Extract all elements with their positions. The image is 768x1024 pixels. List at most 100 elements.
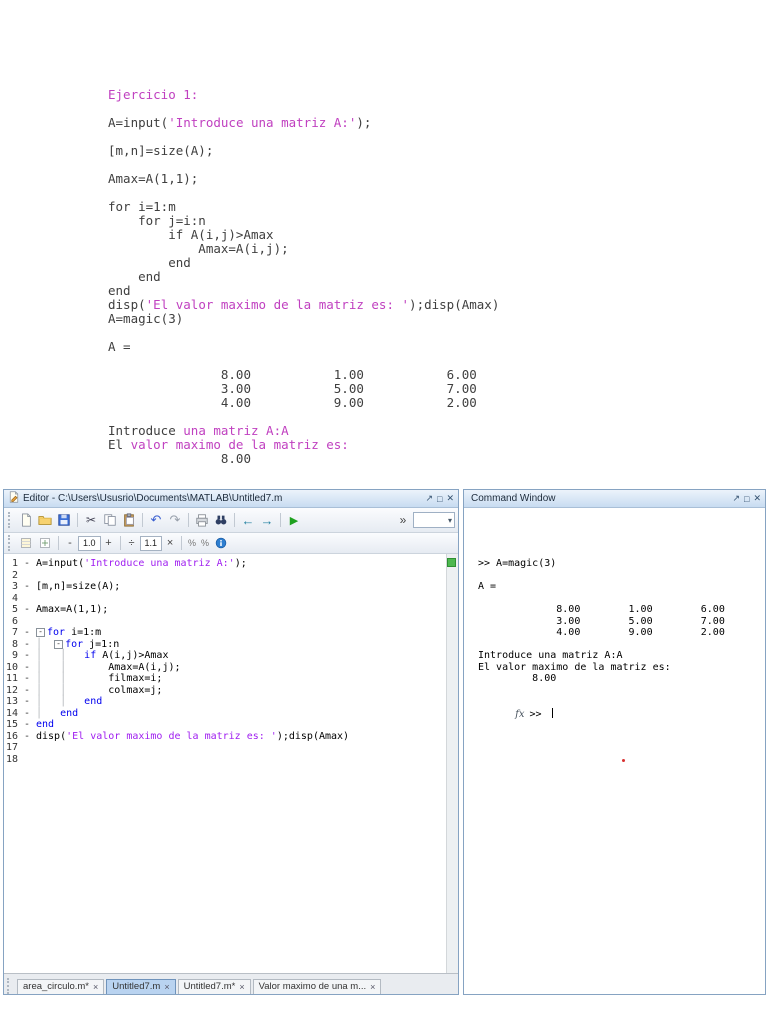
undock-icon[interactable]: ↗	[425, 493, 433, 504]
command-prompt[interactable]: fx>>	[467, 696, 761, 709]
code-token: A(i,j)>Amax	[96, 650, 168, 661]
code-line: >> A=magic(3)	[478, 558, 761, 570]
code-token: end	[108, 269, 161, 284]
tab-untitled7-modified[interactable]: Untitled7.m* ×	[178, 979, 251, 994]
redo-icon[interactable]: ↷	[166, 511, 184, 529]
command-window-content[interactable]: >> A=magic(3)A = 8.00 1.00 6.00 3.00 5.0…	[464, 508, 765, 994]
code-fold-icon[interactable]: -	[36, 628, 45, 637]
undock-icon[interactable]: ↗	[732, 493, 740, 504]
toolbar-overflow-icon[interactable]: »	[394, 511, 412, 529]
command-window-titlebar[interactable]: Command Window ↗ □ ✕	[464, 490, 765, 508]
code-line: [m,n]=size(A);	[108, 144, 499, 158]
code-token: >> A=magic(3)	[478, 558, 556, 569]
editor-code-area[interactable]: 1 -A=input('Introduce una matriz A:'); 2…	[4, 554, 458, 973]
save-icon[interactable]	[55, 511, 73, 529]
cell-mode-icon[interactable]	[17, 534, 35, 552]
code-token: una matriz A:A	[183, 423, 288, 438]
cell-percent-break-icon[interactable]: %	[199, 538, 211, 548]
go-back-icon[interactable]: ←	[239, 511, 257, 529]
code-token: );	[356, 115, 371, 130]
divide-button[interactable]: ÷	[125, 537, 139, 549]
tabbar-grip[interactable]	[7, 978, 11, 994]
code-line: 12 -│ │ colmax=j;	[6, 685, 444, 697]
code-token: El valor maximo de la matriz es:	[478, 662, 671, 673]
tab-close-icon[interactable]: ×	[370, 982, 375, 992]
close-icon[interactable]: ✕	[446, 493, 454, 504]
toolbar-grip[interactable]	[8, 512, 12, 528]
line-number[interactable]: 10 -	[6, 662, 32, 674]
cell-insert-icon[interactable]	[36, 534, 54, 552]
line-number[interactable]: 13 -	[6, 696, 32, 708]
tab-label: Untitled7.m*	[184, 981, 236, 992]
fx-icon: fx	[515, 709, 524, 720]
info-icon[interactable]	[212, 534, 230, 552]
maximize-icon[interactable]: □	[744, 494, 749, 504]
line-number[interactable]: 11 -	[6, 673, 32, 685]
value-left-field[interactable]: 1.0	[78, 536, 101, 551]
go-forward-icon[interactable]: →	[258, 511, 276, 529]
line-number[interactable]: 17	[6, 742, 32, 754]
code-token: │ │	[36, 650, 84, 661]
line-number[interactable]: 1 -	[6, 558, 32, 570]
line-number[interactable]: 3 -	[6, 581, 32, 593]
cut-icon[interactable]: ✂	[82, 511, 100, 529]
maximize-icon[interactable]: □	[437, 494, 442, 504]
run-icon[interactable]: ▶	[285, 511, 303, 529]
line-number[interactable]: 18	[6, 754, 32, 766]
code-analyzer-indicator[interactable]	[447, 558, 456, 567]
paste-icon[interactable]	[120, 511, 138, 529]
code-line	[478, 570, 761, 582]
code-line: 18	[6, 754, 444, 766]
code-line: A=input('Introduce una matriz A:');	[108, 116, 499, 130]
line-number[interactable]: 16 -	[6, 731, 32, 743]
open-file-icon[interactable]	[36, 511, 54, 529]
code-token: for j=i:n	[108, 213, 206, 228]
tab-close-icon[interactable]: ×	[93, 982, 98, 992]
tab-untitled7[interactable]: Untitled7.m ×	[106, 979, 175, 994]
code-token: 8.00	[478, 673, 556, 684]
code-token: 'El valor maximo de la matriz es: '	[66, 731, 277, 742]
tab-close-icon[interactable]: ×	[164, 982, 169, 992]
toolbar-separator	[58, 536, 59, 550]
print-icon[interactable]	[193, 511, 211, 529]
code-line: Amax=A(1,1);	[108, 172, 499, 186]
find-icon[interactable]	[212, 511, 230, 529]
line-number[interactable]: 2	[6, 570, 32, 582]
line-number[interactable]: 15 -	[6, 719, 32, 731]
line-number[interactable]: 12 -	[6, 685, 32, 697]
line-number[interactable]: 8 -	[6, 639, 32, 651]
decrease-button[interactable]: -	[63, 537, 77, 549]
toolbar-grip[interactable]	[8, 535, 12, 551]
value-right-field[interactable]: 1.1	[140, 536, 163, 551]
multiply-button[interactable]: ×	[163, 537, 177, 549]
editor-titlebar[interactable]: Editor - C:\Users\Ususrio\Documents\MATL…	[4, 490, 458, 508]
line-number[interactable]: 5 -	[6, 604, 32, 616]
line-number[interactable]: 7 -	[6, 627, 32, 639]
close-icon[interactable]: ✕	[753, 493, 761, 504]
line-number[interactable]: 14 -	[6, 708, 32, 720]
code-line	[108, 186, 499, 200]
code-token: 8.00 1.00 6.00	[478, 604, 725, 615]
line-number[interactable]: 4	[6, 593, 32, 605]
line-number[interactable]: 6	[6, 616, 32, 628]
code-token: end	[60, 708, 78, 719]
code-line	[478, 685, 761, 697]
cell-percent-icon[interactable]: %	[186, 538, 198, 548]
copy-icon[interactable]	[101, 511, 119, 529]
code-line: disp('El valor maximo de la matriz es: '…	[108, 298, 499, 312]
new-file-icon[interactable]	[17, 511, 35, 529]
code-line: A =	[108, 340, 499, 354]
code-line: 8 -│ -for j=1:n	[6, 639, 444, 651]
increase-button[interactable]: +	[102, 537, 116, 549]
code-line: 2	[6, 570, 444, 582]
tab-valor-maximo[interactable]: Valor maximo de una m... ×	[253, 979, 382, 994]
toolbar-separator	[142, 513, 143, 527]
code-fold-icon[interactable]: -	[54, 640, 63, 649]
undo-icon[interactable]: ↶	[147, 511, 165, 529]
code-token: A=input(	[36, 558, 84, 569]
tab-close-icon[interactable]: ×	[239, 982, 244, 992]
stack-dropdown[interactable]: ▾	[413, 512, 455, 528]
line-number[interactable]: 9 -	[6, 650, 32, 662]
tab-area-circulo[interactable]: area_circulo.m* ×	[17, 979, 104, 994]
code-line: 4.00 9.00 2.00	[478, 627, 761, 639]
